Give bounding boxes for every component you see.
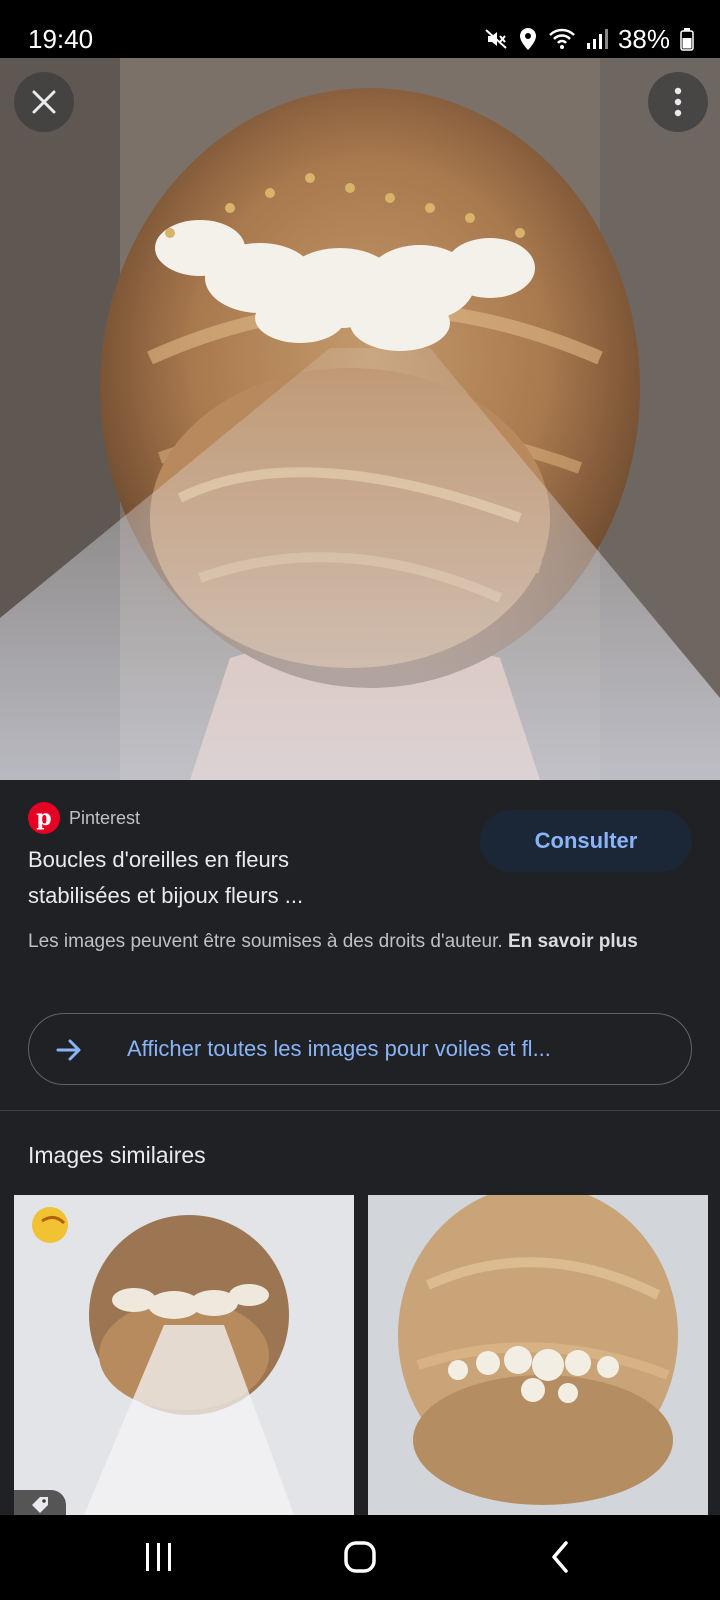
mute-icon xyxy=(484,27,508,51)
status-time: 19:40 xyxy=(28,24,94,54)
divider xyxy=(0,1110,720,1111)
status-icons: 38% xyxy=(484,24,694,54)
see-all-label: Afficher toutes les images pour voiles e… xyxy=(127,1036,551,1061)
learn-more-link[interactable]: En savoir plus xyxy=(508,931,638,952)
pinterest-logo-icon: p xyxy=(28,802,60,834)
visit-button[interactable]: Consulter xyxy=(480,810,692,872)
similar-image-2-illustration xyxy=(368,1195,708,1515)
battery-icon xyxy=(680,27,694,51)
location-icon xyxy=(518,27,538,51)
copyright-text: Les images peuvent être soumises à des d… xyxy=(28,931,503,952)
similar-image-1[interactable] xyxy=(14,1195,354,1515)
arrow-right-icon xyxy=(56,1039,81,1061)
battery-text: 38% xyxy=(617,23,670,54)
navigation-bar xyxy=(0,1515,720,1600)
more-options-button[interactable] xyxy=(648,72,708,132)
close-icon xyxy=(32,90,56,114)
home-icon[interactable] xyxy=(342,1537,378,1577)
result-title[interactable]: Boucles d'oreilles en fleurs stabilisées… xyxy=(28,842,468,914)
recents-icon[interactable] xyxy=(143,1537,175,1577)
wifi-icon xyxy=(548,27,576,51)
close-button[interactable] xyxy=(14,72,74,132)
source-name: Pinterest xyxy=(69,807,141,828)
similar-image-2[interactable] xyxy=(368,1195,708,1515)
see-all-images-button[interactable]: Afficher toutes les images pour voiles e… xyxy=(28,1013,692,1085)
copyright-notice: Les images peuvent être soumises à des d… xyxy=(28,928,688,956)
signal-icon xyxy=(586,27,608,51)
tag-icon xyxy=(32,1497,48,1513)
similar-images-heading: Images similaires xyxy=(28,1142,206,1168)
status-bar: 19:40 38% xyxy=(0,0,720,58)
main-image[interactable] xyxy=(0,58,720,780)
source-row[interactable]: p Pinterest xyxy=(28,802,140,834)
result-title-line1: Boucles d'oreilles en fleurs xyxy=(28,847,290,872)
result-title-line2: stabilisées et bijoux fleurs ... xyxy=(28,883,304,908)
bride-hairstyle-illustration xyxy=(0,58,720,780)
similar-image-1-illustration xyxy=(14,1195,354,1515)
back-icon[interactable] xyxy=(548,1537,574,1577)
more-vert-icon xyxy=(674,87,682,117)
